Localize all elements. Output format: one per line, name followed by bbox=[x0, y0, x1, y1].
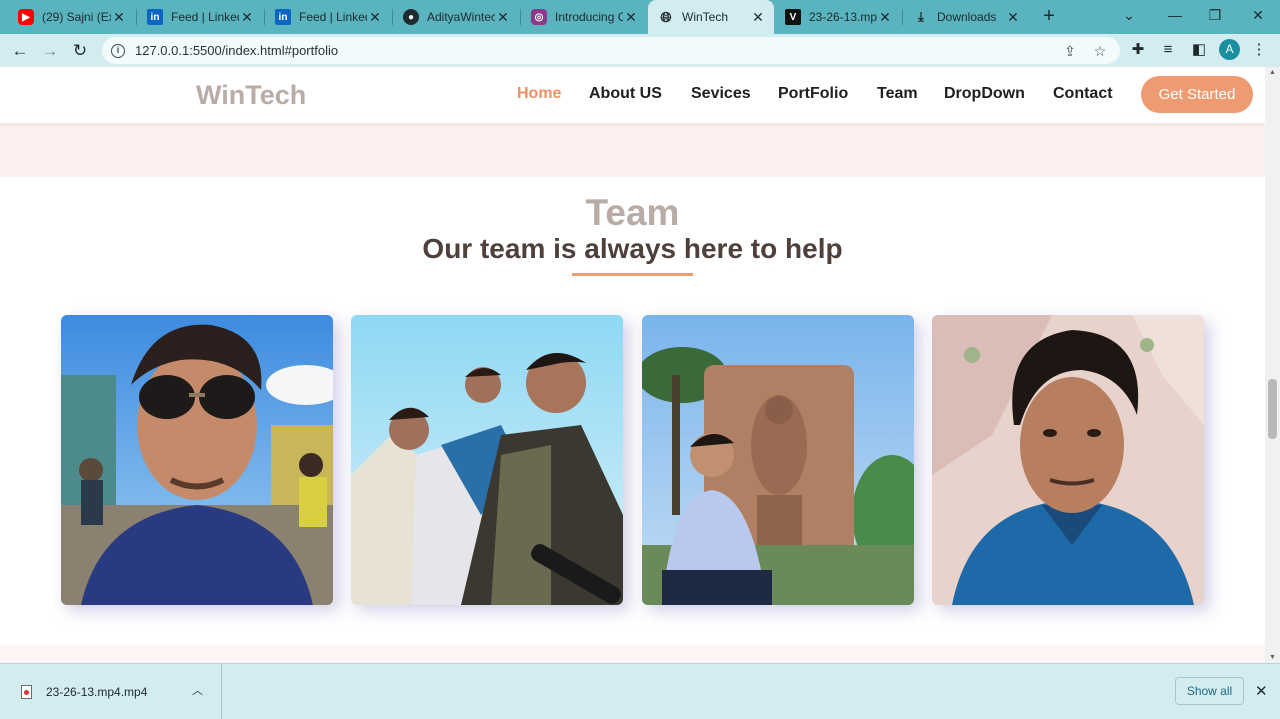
browser-tab-active[interactable]: 🌐︎ WinTech ✕ bbox=[648, 0, 774, 34]
close-icon[interactable]: ✕ bbox=[495, 9, 511, 26]
close-window-button[interactable]: ✕ bbox=[1238, 0, 1278, 30]
nav-about[interactable]: About US bbox=[589, 85, 662, 103]
download-item[interactable]: 23-26-13.mp4.mp4 ︿ bbox=[0, 664, 222, 719]
openai-icon: ◎ bbox=[531, 9, 547, 25]
site-header: WinTech Home About US Sevices PortFolio … bbox=[0, 67, 1265, 123]
globe-icon: 🌐︎ bbox=[660, 8, 672, 25]
scroll-up-icon[interactable]: ▲ bbox=[1268, 69, 1277, 76]
page-viewport: WinTech Home About US Sevices PortFolio … bbox=[0, 67, 1265, 663]
address-bar[interactable]: i 127.0.0.1:5500/index.html#portfolio ⇪ … bbox=[102, 37, 1120, 64]
youtube-icon: ▶ bbox=[18, 9, 34, 25]
minimize-button[interactable]: — bbox=[1155, 0, 1195, 30]
download-icon: ⤓ bbox=[918, 9, 924, 24]
reload-icon[interactable]: ↻ bbox=[68, 39, 92, 63]
side-panel-icon[interactable]: ◧ bbox=[1189, 40, 1209, 60]
nav-dropdown[interactable]: DropDown bbox=[944, 85, 1025, 103]
close-icon[interactable]: ✕ bbox=[1005, 9, 1021, 26]
browser-tab-strip: ▶ (29) Sajni (Ext ✕ in Feed | LinkedIn ✕… bbox=[0, 0, 1280, 34]
show-all-button[interactable]: Show all bbox=[1175, 677, 1244, 705]
tab-title: Feed | LinkedIn bbox=[171, 10, 239, 24]
more-menu-icon[interactable]: ⋮ bbox=[1249, 40, 1269, 60]
download-filename[interactable]: 23-26-13.mp4.mp4 bbox=[46, 685, 147, 699]
tab-title: WinTech bbox=[682, 10, 729, 24]
nav-home[interactable]: Home bbox=[517, 85, 561, 103]
address-url[interactable]: 127.0.0.1:5500/index.html#portfolio bbox=[135, 43, 338, 58]
nav-contact[interactable]: Contact bbox=[1053, 85, 1113, 103]
tab-title: (29) Sajni (Ext bbox=[42, 10, 111, 24]
linkedin-icon: in bbox=[275, 9, 291, 25]
indoor-portrait-image bbox=[932, 315, 1204, 605]
close-icon[interactable]: ✕ bbox=[1255, 682, 1268, 700]
tab-title: Feed | LinkedIn bbox=[299, 10, 367, 24]
browser-tab[interactable]: ⤓ Downloads ✕ bbox=[903, 0, 1029, 34]
nav-portfolio[interactable]: PortFolio bbox=[778, 85, 848, 103]
restore-button[interactable]: ❐ bbox=[1195, 0, 1235, 30]
linkedin-icon: in bbox=[147, 9, 163, 25]
tab-title: AdityaWintech bbox=[427, 10, 495, 24]
close-icon[interactable]: ✕ bbox=[239, 9, 255, 26]
close-icon[interactable]: ✕ bbox=[367, 9, 383, 26]
close-icon[interactable]: ✕ bbox=[623, 9, 639, 26]
tab-search-chevron-icon[interactable]: ⌄ bbox=[1109, 0, 1149, 30]
chevron-up-icon[interactable]: ︿ bbox=[192, 682, 203, 698]
portfolio-section-end bbox=[0, 123, 1265, 177]
nav-services[interactable]: Sevices bbox=[691, 85, 751, 103]
tab-title: 23-26-13.mp4 bbox=[809, 10, 877, 24]
selfie-sunglasses-image bbox=[61, 315, 333, 605]
close-icon[interactable]: ✕ bbox=[111, 9, 127, 26]
team-member-photo[interactable] bbox=[932, 315, 1204, 605]
browser-toolbar: ← → ↻ i 127.0.0.1:5500/index.html#portfo… bbox=[0, 34, 1280, 67]
forward-arrow-icon[interactable]: → bbox=[38, 39, 62, 63]
team-section: Team Our team is always here to help bbox=[0, 177, 1265, 645]
browser-tab[interactable]: ● AdityaWintech ✕ bbox=[393, 0, 519, 34]
site-info-icon[interactable]: i bbox=[111, 43, 125, 58]
title-underline bbox=[572, 273, 693, 276]
share-icon[interactable]: ⇪ bbox=[1062, 43, 1078, 59]
scrollbar-thumb[interactable] bbox=[1268, 379, 1277, 439]
team-member-photo[interactable] bbox=[351, 315, 623, 605]
site-logo[interactable]: WinTech bbox=[196, 80, 306, 111]
browser-tab[interactable]: ◎ Introducing C ✕ bbox=[521, 0, 647, 34]
section-subtitle: Our team is always here to help bbox=[422, 233, 843, 264]
video-file-icon bbox=[21, 685, 32, 699]
nav-team[interactable]: Team bbox=[877, 85, 918, 103]
back-arrow-icon[interactable]: ← bbox=[8, 39, 32, 63]
extensions-puzzle-icon[interactable]: ✚ bbox=[1128, 40, 1148, 60]
page-scrollbar[interactable]: ▲ ▼ bbox=[1265, 67, 1280, 663]
profile-avatar[interactable]: A bbox=[1219, 39, 1240, 60]
download-bar: 23-26-13.mp4.mp4 ︿ Show all ✕ bbox=[0, 663, 1280, 719]
get-started-button[interactable]: Get Started bbox=[1141, 76, 1253, 113]
new-tab-button[interactable]: + bbox=[1038, 5, 1060, 27]
browser-tab[interactable]: in Feed | LinkedIn ✕ bbox=[137, 0, 263, 34]
close-icon[interactable]: ✕ bbox=[877, 9, 893, 26]
github-icon: ● bbox=[403, 9, 419, 25]
scroll-down-icon[interactable]: ▼ bbox=[1268, 654, 1277, 661]
group-selfie-image bbox=[351, 315, 623, 605]
team-member-photo[interactable] bbox=[642, 315, 914, 605]
next-section-start bbox=[0, 645, 1265, 663]
browser-tab[interactable]: V 23-26-13.mp4 ✕ bbox=[775, 0, 901, 34]
media-playlist-icon[interactable]: ≡ bbox=[1158, 40, 1178, 60]
close-icon[interactable]: ✕ bbox=[750, 9, 766, 26]
temple-statue-image bbox=[642, 315, 914, 605]
vimeo-icon: V bbox=[785, 9, 801, 25]
bookmark-star-icon[interactable]: ☆ bbox=[1092, 43, 1108, 59]
browser-tab[interactable]: ▶ (29) Sajni (Ext ✕ bbox=[8, 0, 135, 34]
section-title: Team bbox=[585, 192, 680, 233]
tab-title: Downloads bbox=[937, 10, 997, 24]
team-member-photo[interactable] bbox=[61, 315, 333, 605]
tab-title: Introducing C bbox=[555, 10, 623, 24]
browser-tab[interactable]: in Feed | LinkedIn ✕ bbox=[265, 0, 391, 34]
